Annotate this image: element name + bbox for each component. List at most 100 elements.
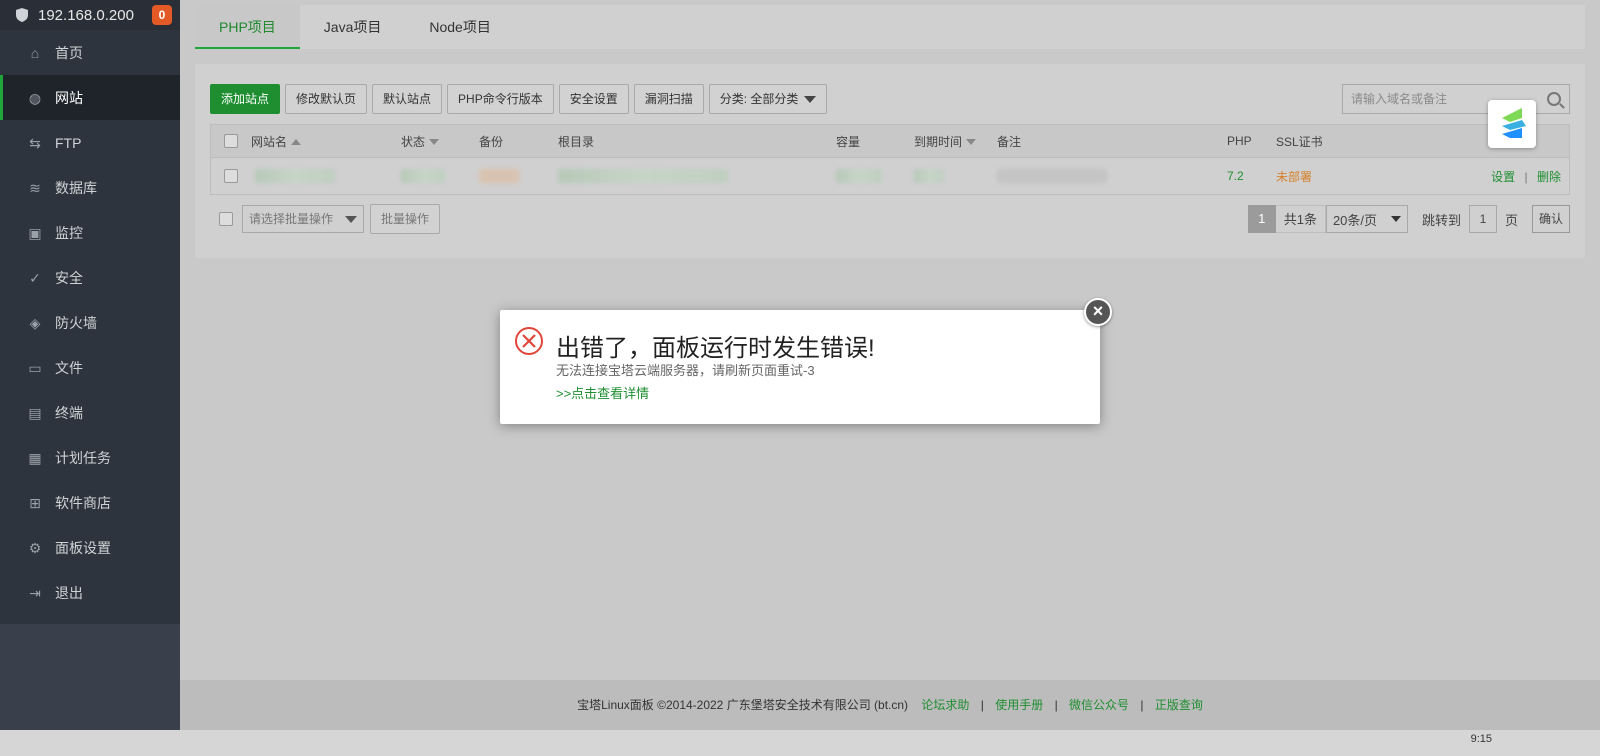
sidebar-item-label: 防火墙 <box>55 314 97 331</box>
sidebar-item-label: 监控 <box>55 224 83 241</box>
root-redacted[interactable] <box>558 169 728 183</box>
search-icon[interactable] <box>1547 92 1561 106</box>
error-icon <box>515 327 543 355</box>
tab-node[interactable]: Node项目 <box>405 5 514 49</box>
goto-page-input[interactable]: 1 <box>1468 205 1497 233</box>
page-current[interactable]: 1 <box>1247 205 1276 233</box>
per-page-select[interactable]: 20条/页 <box>1325 205 1408 233</box>
add-site-button[interactable]: 添加站点 <box>210 84 281 114</box>
logout-icon: ⇥ <box>29 584 41 601</box>
col-note: 备注 <box>997 134 1022 149</box>
server-shield-icon <box>16 8 28 22</box>
gear-icon: ⚙ <box>28 539 42 556</box>
sidebar-item-database[interactable]: ≋ 数据库 <box>0 165 180 210</box>
sidebar-item-label: 数据库 <box>55 179 97 196</box>
sidebar-menu: ⌂ 首页 ◍ 网站 ⇆ FTP ≋ 数据库 ▣ 监控 ✓ 安全 ◈ 防火墙 ▭ 文件 ▤ 终端 ▦… <box>0 30 180 615</box>
site-table: 网站名 状态 备份 根目录 容量 到期时间 备注 PHP SSL证书 7.2 未… <box>210 124 1570 195</box>
chevron-down-icon <box>1390 216 1401 222</box>
sidebar-item-firewall[interactable]: ◈ 防火墙 <box>0 300 180 345</box>
tab-java[interactable]: Java项目 <box>300 5 406 49</box>
footer: 宝塔Linux面板 ©2014-2022 广东堡塔安全技术有限公司 (bt.cn… <box>180 680 1600 730</box>
tab-php[interactable]: PHP项目 <box>195 5 300 49</box>
footer-link-manual[interactable]: 使用手册 <box>995 698 1043 712</box>
backup-redacted[interactable] <box>479 169 519 183</box>
category-select-label: 分类: 全部分类 <box>719 92 799 106</box>
col-expire[interactable]: 到期时间 <box>914 133 997 150</box>
expire-redacted[interactable] <box>914 169 944 183</box>
footer-sep: | <box>980 698 984 712</box>
firewall-icon: ◈ <box>29 314 41 331</box>
vuln-scan-button[interactable]: 漏洞扫描 <box>633 84 704 114</box>
col-backup: 备份 <box>479 134 504 149</box>
sort-asc-icon <box>291 139 302 146</box>
sidebar-item-store[interactable]: ⊞ 软件商店 <box>0 480 180 525</box>
ftp-icon: ⇆ <box>29 134 41 151</box>
sidebar-item-label: 计划任务 <box>55 449 111 466</box>
row-checkbox[interactable] <box>224 169 238 183</box>
php-cli-version-button[interactable]: PHP命令行版本 <box>447 84 554 114</box>
col-root: 根目录 <box>558 134 595 149</box>
footer-link-license[interactable]: 正版查询 <box>1155 698 1203 712</box>
category-select[interactable]: 分类: 全部分类 <box>708 84 828 114</box>
sidebar-item-settings[interactable]: ⚙ 面板设置 <box>0 525 180 570</box>
site-name-redacted[interactable] <box>255 169 335 183</box>
note-redacted[interactable] <box>997 169 1107 183</box>
footer-copyright: 宝塔Linux面板 ©2014-2022 广东堡塔安全技术有限公司 (bt.cn… <box>577 698 909 712</box>
sidebar-item-label: 终端 <box>55 404 83 421</box>
col-php: PHP <box>1227 134 1252 148</box>
table-header: 网站名 状态 备份 根目录 容量 到期时间 备注 PHP SSL证书 <box>211 125 1569 158</box>
sidebar-item-label: 软件商店 <box>55 494 111 511</box>
home-icon: ⌂ <box>30 44 40 61</box>
sidebar-item-monitor[interactable]: ▣ 监控 <box>0 210 180 255</box>
sidebar-item-cron[interactable]: ▦ 计划任务 <box>0 435 180 480</box>
terminal-icon: ▤ <box>28 404 42 421</box>
floating-app-logo[interactable] <box>1488 100 1536 148</box>
security-settings-button[interactable]: 安全设置 <box>558 84 629 114</box>
notification-badge[interactable]: 0 <box>152 5 172 25</box>
sidebar-bottom <box>0 624 180 746</box>
sidebar-item-label: 退出 <box>55 584 83 601</box>
footer-link-wechat[interactable]: 微信公众号 <box>1069 698 1129 712</box>
sidebar-item-label: 面板设置 <box>55 539 111 556</box>
project-tabs: PHP项目 Java项目 Node项目 <box>195 5 1585 49</box>
delete-link[interactable]: 删除 <box>1537 170 1561 184</box>
sidebar-item-terminal[interactable]: ▤ 终端 <box>0 390 180 435</box>
col-capacity: 容量 <box>836 134 861 149</box>
sidebar-item-files[interactable]: ▭ 文件 <box>0 345 180 390</box>
batch-action-button[interactable]: 批量操作 <box>370 204 441 234</box>
ssl-status[interactable]: 未部署 <box>1276 168 1456 185</box>
taskbar-clock: 9:15 <box>1470 733 1492 745</box>
table-row: 7.2 未部署 设置 | 删除 <box>211 158 1569 194</box>
sort-desc-icon <box>966 139 977 146</box>
globe-icon: ◍ <box>28 89 42 106</box>
sidebar: 192.168.0.200 0 ⌂ 首页 ◍ 网站 ⇆ FTP ≋ 数据库 ▣ 监控 ✓ 安… <box>0 0 180 746</box>
edit-default-page-button[interactable]: 修改默认页 <box>285 84 368 114</box>
close-icon[interactable]: × <box>1084 298 1112 326</box>
settings-link[interactable]: 设置 <box>1491 170 1515 184</box>
footer-sep: | <box>1140 698 1144 712</box>
goto-confirm-button[interactable]: 确认 <box>1531 205 1570 233</box>
default-site-button[interactable]: 默认站点 <box>372 84 443 114</box>
shield-check-icon: ✓ <box>29 269 41 286</box>
select-all-checkbox[interactable] <box>224 134 238 148</box>
error-details-link[interactable]: >>点击查看详情 <box>556 383 649 402</box>
server-ip: 192.168.0.200 <box>38 6 134 24</box>
error-message: 无法连接宝塔云端服务器，请刷新页面重试-3 <box>556 363 815 378</box>
sidebar-item-website[interactable]: ◍ 网站 <box>0 75 180 120</box>
server-header: 192.168.0.200 0 <box>0 0 180 30</box>
batch-select-checkbox[interactable] <box>219 212 233 226</box>
php-version[interactable]: 7.2 <box>1227 169 1276 183</box>
sidebar-item-home[interactable]: ⌂ 首页 <box>0 30 180 75</box>
sidebar-item-ftp[interactable]: ⇆ FTP <box>0 120 180 165</box>
status-redacted[interactable] <box>401 169 445 183</box>
footer-sep: | <box>1054 698 1058 712</box>
sidebar-item-security[interactable]: ✓ 安全 <box>0 255 180 300</box>
batch-action-select[interactable]: 请选择批量操作 <box>242 205 364 233</box>
col-name[interactable]: 网站名 <box>251 133 401 150</box>
sidebar-item-logout[interactable]: ⇥ 退出 <box>0 570 180 615</box>
chevron-down-icon <box>345 215 357 223</box>
col-status[interactable]: 状态 <box>401 133 479 150</box>
capacity-redacted <box>836 169 882 183</box>
footer-link-forum[interactable]: 论坛求助 <box>921 698 969 712</box>
grid-icon: ⊞ <box>29 494 41 511</box>
